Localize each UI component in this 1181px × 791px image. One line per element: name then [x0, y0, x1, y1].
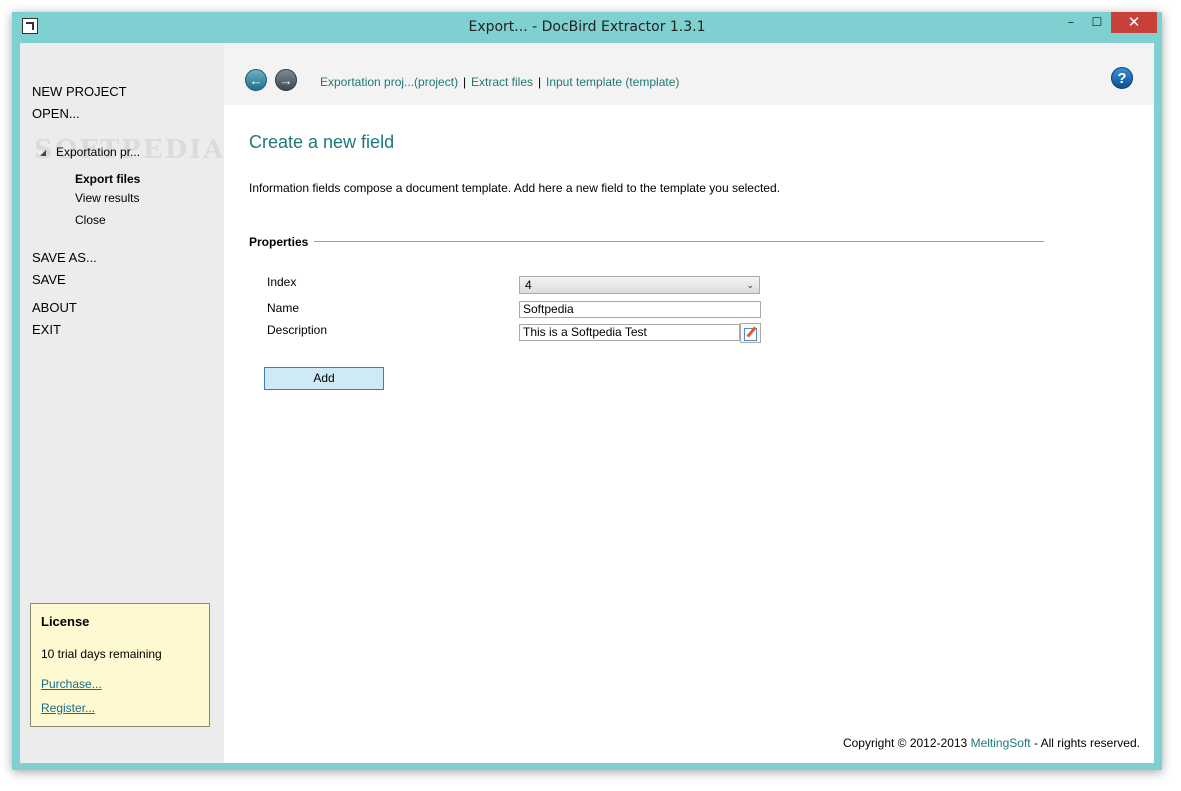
maximize-button[interactable]: ☐: [1084, 12, 1110, 33]
help-icon[interactable]: ?: [1111, 67, 1133, 89]
section-divider: [314, 241, 1044, 242]
menu-save[interactable]: SAVE: [32, 272, 66, 287]
description-field[interactable]: This is a Softpedia Test: [519, 324, 740, 341]
intro-text: Information fields compose a document te…: [249, 181, 780, 195]
license-panel: License 10 trial days remaining Purchase…: [30, 603, 210, 727]
app-window: Export... - DocBird Extractor 1.3.1 – ☐ …: [12, 12, 1162, 770]
forward-arrow-icon[interactable]: →: [275, 69, 297, 91]
index-select[interactable]: 4 ⌄: [519, 276, 760, 294]
menu-about[interactable]: ABOUT: [32, 300, 77, 315]
index-value: 4: [525, 278, 532, 292]
client-area: NEW PROJECT OPEN... SOFTPEDIA ◢ Exportat…: [20, 43, 1154, 763]
breadcrumb-project[interactable]: Exportation proj...(project): [320, 75, 458, 89]
main-content: Create a new field Information fields co…: [224, 105, 1154, 763]
title-bar: Export... - DocBird Extractor 1.3.1 – ☐ …: [12, 12, 1162, 42]
sidebar: NEW PROJECT OPEN... SOFTPEDIA ◢ Exportat…: [20, 43, 224, 763]
breadcrumb-separator: |: [463, 75, 467, 89]
edit-description-icon[interactable]: [740, 323, 761, 343]
page-title: Create a new field: [249, 132, 395, 152]
section-title-properties: Properties: [249, 235, 309, 249]
tree-item-export-files[interactable]: Export files: [75, 172, 140, 186]
description-label: Description: [267, 323, 328, 337]
tree-collapse-icon[interactable]: ◢: [40, 148, 46, 157]
rights-text: - All rights reserved.: [1033, 736, 1140, 750]
breadcrumb-input-template[interactable]: Input template (template): [546, 75, 679, 89]
breadcrumb-separator: |: [538, 75, 542, 89]
close-window-button[interactable]: ✕: [1111, 12, 1157, 33]
breadcrumb-extract-files[interactable]: Extract files: [471, 75, 533, 89]
tree-item-view-results[interactable]: View results: [75, 191, 139, 205]
window-title: Export... - DocBird Extractor 1.3.1: [468, 19, 706, 35]
menu-exit[interactable]: EXIT: [32, 322, 61, 337]
minimize-button[interactable]: –: [1058, 12, 1084, 33]
navigation-bar: ← → Exportation proj...(project) | Extra…: [224, 43, 1154, 105]
menu-open[interactable]: OPEN...: [32, 106, 80, 121]
name-field[interactable]: Softpedia: [519, 301, 761, 318]
menu-new-project[interactable]: NEW PROJECT: [32, 84, 127, 99]
index-label: Index: [267, 275, 297, 289]
company-link[interactable]: MeltingSoft: [971, 736, 1031, 750]
chevron-down-icon: ⌄: [746, 280, 754, 290]
add-button[interactable]: Add: [264, 367, 384, 390]
tree-node-project[interactable]: Exportation pr...: [56, 145, 140, 159]
license-title: License: [41, 614, 90, 629]
menu-save-as[interactable]: SAVE AS...: [32, 250, 97, 265]
trial-days-text: 10 trial days remaining: [41, 647, 162, 661]
copyright-footer: Copyright © 2012-2013 MeltingSoft - All …: [843, 736, 1140, 750]
register-link[interactable]: Register...: [41, 701, 95, 715]
tree-item-close[interactable]: Close: [75, 213, 106, 227]
purchase-link[interactable]: Purchase...: [41, 677, 102, 691]
back-arrow-icon[interactable]: ←: [245, 69, 267, 91]
copyright-text: Copyright © 2012-2013: [842, 736, 968, 750]
name-label: Name: [267, 301, 300, 315]
